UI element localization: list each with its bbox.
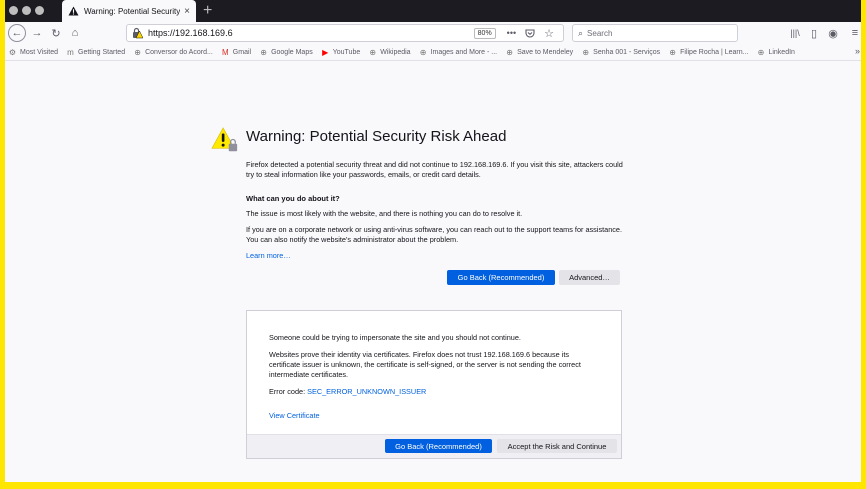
globe-icon: ⊕: [134, 47, 141, 57]
error-code-line: Error code: SEC_ERROR_UNKNOWN_ISSUER: [269, 387, 601, 397]
new-tab-button[interactable]: +: [203, 1, 212, 21]
bookmark-item[interactable]: ⊕ Conversor do Acord...: [133, 48, 213, 57]
intro-text: Firefox detected a potential security th…: [246, 160, 623, 179]
bookmark-item[interactable]: ⊕ Wikipedia: [368, 48, 410, 57]
advanced-panel: Someone could be trying to impersonate t…: [246, 310, 622, 459]
sidebar-icon: ▯: [810, 27, 818, 40]
impersonate-text: Someone could be trying to impersonate t…: [269, 333, 521, 342]
error-code-label: Error code:: [269, 387, 308, 396]
go-back-button[interactable]: Go Back (Recommended): [447, 270, 555, 285]
bookmark-item[interactable]: ▶ YouTube: [321, 47, 361, 57]
warning-triangle-icon: [211, 127, 238, 152]
gear-icon: ⚙: [8, 47, 17, 57]
error-code-link[interactable]: SEC_ERROR_UNKNOWN_ISSUER: [307, 387, 426, 396]
bookmark-label: Images and More - ...: [430, 48, 498, 56]
bookmark-label: Most Visited: [20, 48, 58, 56]
bookmark-label: LinkedIn: [768, 48, 795, 56]
bookmark-label: Filipe Rocha | Learn...: [680, 48, 749, 56]
mozilla-icon: m: [67, 47, 74, 57]
bookmark-item[interactable]: ⊕ Senha 001 - Serviços: [581, 48, 660, 57]
tab-close-icon[interactable]: ×: [184, 6, 190, 17]
go-back-advanced-button[interactable]: Go Back (Recommended): [385, 439, 492, 453]
youtube-icon: ▶: [322, 47, 329, 57]
reload-button[interactable]: ↻: [47, 24, 65, 42]
bookmark-label: Getting Started: [78, 48, 126, 56]
page-title: Warning: Potential Security Risk Ahead: [246, 128, 507, 145]
corporate-text: If you are on a corporate network or usi…: [246, 225, 622, 244]
account-icon: ◉: [828, 27, 838, 40]
accept-risk-button[interactable]: Accept the Risk and Continue: [497, 439, 617, 453]
close-window-dot[interactable]: [9, 6, 18, 15]
certificate-text: Websites prove their identity via certif…: [269, 350, 581, 379]
bookmark-item[interactable]: ⊕ LinkedIn: [756, 47, 795, 57]
insecure-lock-icon: [133, 27, 143, 39]
issue-text: The issue is most likely with the websit…: [246, 209, 523, 218]
bookmark-item[interactable]: ⊕ Google Maps: [259, 48, 313, 57]
bookmark-item[interactable]: ⊕ Filipe Rocha | Learn...: [668, 48, 748, 57]
menu-button[interactable]: ≡: [846, 24, 861, 42]
bookmark-item[interactable]: M Gmail: [221, 48, 251, 57]
warning-icon: [68, 6, 79, 16]
bookmark-label: Conversor do Acord...: [145, 48, 213, 56]
chevron-double-right-icon[interactable]: »: [855, 46, 860, 56]
library-button[interactable]: |||\: [786, 24, 804, 42]
what-can-you-do-heading: What can you do about it?: [246, 194, 340, 203]
forward-button[interactable]: →: [28, 24, 46, 42]
zoom-level-button[interactable]: 80%: [473, 27, 496, 39]
globe-icon: ⊕: [369, 47, 377, 57]
learn-more-link[interactable]: Learn more…: [246, 251, 624, 261]
search-bar[interactable]: ⌕ Search: [572, 24, 738, 42]
home-icon: ⌂: [71, 27, 79, 39]
bookmark-item[interactable]: m Getting Started: [66, 48, 125, 57]
view-certificate-link[interactable]: View Certificate: [269, 411, 601, 421]
back-button[interactable]: ←: [8, 24, 26, 42]
bookmarks-toolbar: ⚙ Most Visited m Getting Started ⊕ Conversor …: [5, 44, 861, 61]
bookmark-item[interactable]: ⚙ Most Visited: [8, 48, 58, 57]
page-content: Warning: Potential Security Risk Ahead F…: [5, 62, 861, 482]
tab-active[interactable]: Warning: Potential Security Risk Ahead ×: [62, 0, 196, 22]
browser-window: Warning: Potential Security Risk Ahead ×…: [5, 0, 861, 482]
sidebar-button[interactable]: ▯: [805, 24, 823, 42]
maximize-window-dot[interactable]: [35, 6, 44, 15]
arrow-left-icon: ←: [11, 27, 23, 39]
globe-icon: ⊕: [757, 47, 765, 57]
nav-toolbar: ← → ↻ ⌂ https://192.168.169.6 80% ••• ☆: [5, 22, 861, 44]
search-icon: ⌕: [578, 27, 584, 38]
tab-strip: Warning: Potential Security Risk Ahead ×…: [5, 0, 861, 22]
bookmark-label: YouTube: [332, 48, 361, 56]
url-text: https://192.168.169.6: [148, 28, 233, 38]
reload-icon: ↻: [51, 27, 61, 40]
home-button[interactable]: ⌂: [66, 24, 84, 42]
globe-icon: ⊕: [506, 47, 513, 57]
arrow-right-icon: →: [31, 27, 43, 39]
advanced-button[interactable]: Advanced…: [559, 270, 620, 285]
bookmark-label: Wikipedia: [380, 48, 411, 56]
globe-icon: ⊕: [419, 47, 427, 57]
page-actions-icon[interactable]: •••: [507, 28, 516, 38]
library-icon: |||\: [790, 28, 800, 38]
bookmark-label: Senha 001 - Serviços: [593, 48, 661, 56]
bookmark-label: Save to Mendeley: [517, 48, 574, 56]
bookmark-label: Gmail: [232, 48, 252, 56]
hamburger-menu-icon: ≡: [851, 27, 859, 39]
pocket-icon[interactable]: [525, 28, 535, 38]
tab-title: Warning: Potential Security Risk Ahead: [84, 6, 181, 16]
globe-icon: ⊕: [582, 47, 590, 57]
url-bar[interactable]: https://192.168.169.6 80% ••• ☆: [126, 24, 564, 42]
bookmark-item[interactable]: ⊕ Save to Mendeley: [505, 48, 573, 57]
globe-icon: ⊕: [260, 47, 267, 57]
gmail-icon: M: [221, 47, 229, 57]
minimize-window-dot[interactable]: [22, 6, 31, 15]
search-input[interactable]: Search: [587, 29, 612, 38]
bookmark-label: Google Maps: [271, 48, 313, 56]
bookmark-star-icon[interactable]: ☆: [544, 27, 554, 40]
advanced-panel-footer: Go Back (Recommended) Accept the Risk an…: [247, 434, 621, 458]
account-button[interactable]: ◉: [824, 24, 842, 42]
globe-icon: ⊕: [669, 47, 676, 57]
bookmark-item[interactable]: ⊕ Images and More - ...: [419, 47, 498, 57]
